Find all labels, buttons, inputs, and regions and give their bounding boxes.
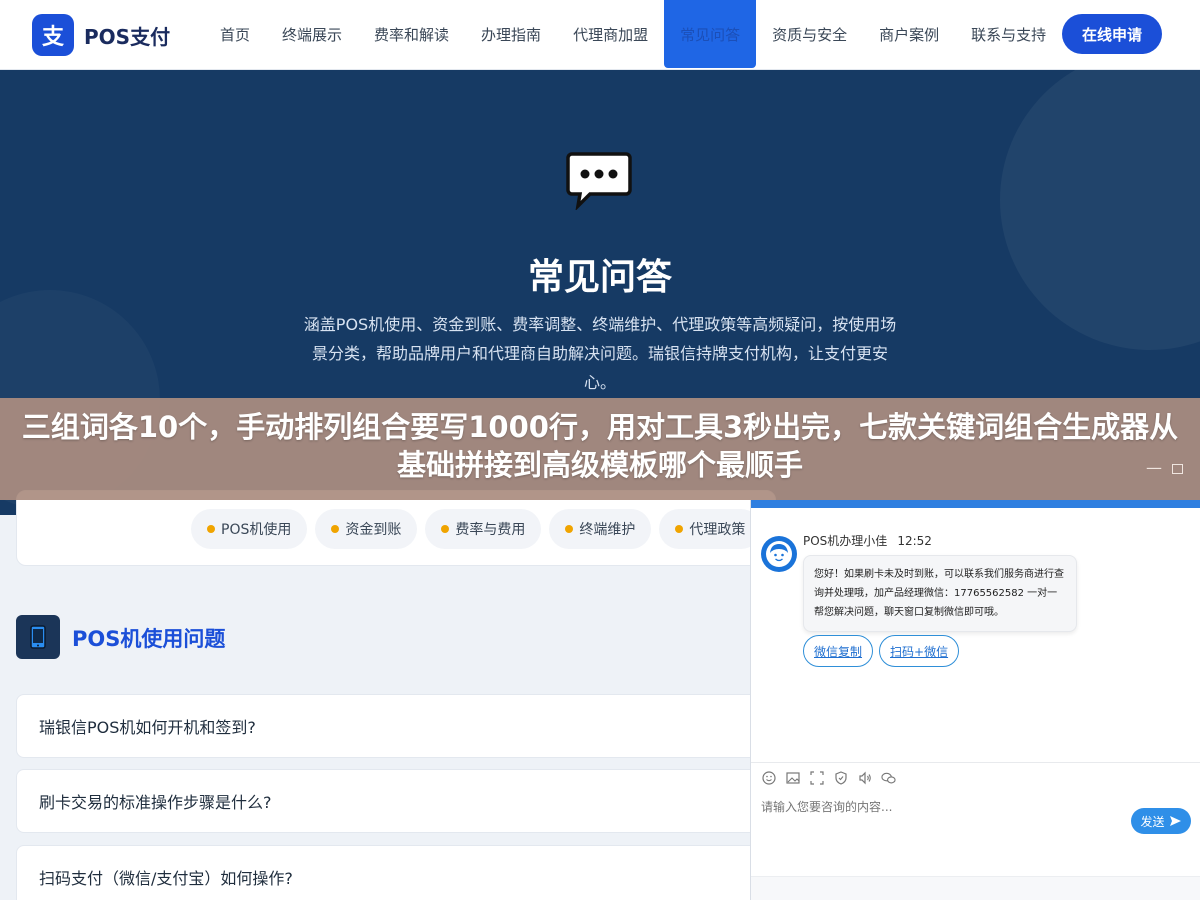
- dot-icon: [565, 525, 574, 533]
- headline-banner-overlay: 三组词各10个，手动排列组合要写1000行，用对工具3秒出完，七款关键词组合生成…: [0, 398, 1200, 500]
- chip-label: 代理政策: [689, 522, 746, 538]
- scan-wechat-button[interactable]: 扫码+微信: [879, 635, 960, 667]
- nav-item-agents[interactable]: 代理商加盟: [557, 0, 664, 68]
- copy-wechat-button[interactable]: 微信复制: [803, 635, 874, 667]
- chat-agent-meta: POS机办理小佳 12:52: [803, 532, 932, 549]
- chip-label: 终端维护: [579, 522, 636, 538]
- chip-label: 资金到账: [345, 522, 402, 538]
- nav-item-guide[interactable]: 办理指南: [465, 0, 557, 68]
- chat-footer: [751, 876, 1200, 900]
- nav-item-rates[interactable]: 费率和解读: [358, 0, 465, 68]
- chat-widget: POS机办理小佳 12:52 您好！如果刷卡未及时到账，可以联系我们服务商进行查询…: [750, 500, 1200, 900]
- category-chip-fees[interactable]: 费率与费用: [425, 509, 542, 549]
- send-icon: [1169, 816, 1181, 826]
- wechat-icon[interactable]: [881, 770, 896, 785]
- screenshot-icon[interactable]: [809, 770, 824, 785]
- image-icon[interactable]: [785, 770, 800, 785]
- send-label: 发送: [1140, 814, 1165, 829]
- logo-text: POS支付: [84, 24, 171, 49]
- nav-item-terminals[interactable]: 终端展示: [266, 0, 358, 68]
- chat-quick-actions: 微信复制 扫码+微信: [803, 635, 960, 667]
- dot-icon: [331, 525, 340, 533]
- chip-label: POS机使用: [221, 522, 292, 538]
- chat-header-bar: [751, 500, 1200, 508]
- chat-divider: [751, 762, 1200, 763]
- chat-toolbar: [761, 770, 896, 785]
- category-filter-card: POS机使用 资金到账 费率与费用 终端维护 代理政策: [16, 490, 776, 566]
- section-title: POS机使用问题: [72, 627, 226, 651]
- dot-icon: [207, 525, 215, 533]
- nav-item-contact[interactable]: 联系与支持: [955, 0, 1062, 68]
- agent-name: POS机办理小佳: [803, 534, 888, 548]
- faq-item[interactable]: 扫码支付（微信/支付宝）如何操作?: [16, 845, 776, 900]
- send-button[interactable]: 发送: [1131, 808, 1191, 834]
- category-chip-pos-usage[interactable]: POS机使用: [191, 509, 308, 549]
- voice-icon[interactable]: [857, 770, 872, 785]
- chip-label: 费率与费用: [455, 522, 526, 538]
- emoji-icon[interactable]: [761, 770, 776, 785]
- page-title: 常见问答: [527, 257, 672, 298]
- logo-mark: 支: [32, 14, 74, 56]
- dot-icon: [675, 525, 684, 533]
- nav-item-home[interactable]: 首页: [204, 0, 266, 68]
- phone-icon: [16, 615, 60, 659]
- hero-description: 涵盖POS机使用、资金到账、费率调整、终端维护、代理政策等高频疑问，按使用场景分…: [303, 315, 897, 392]
- category-chips: POS机使用 资金到账 费率与费用 终端维护 代理政策: [191, 509, 762, 549]
- message-time: 12:52: [897, 534, 932, 548]
- site-logo[interactable]: 支 POS支付: [32, 14, 170, 56]
- hero-decor-circle: [1000, 70, 1200, 350]
- nav-item-faq[interactable]: 常见问答: [664, 0, 757, 68]
- maximize-icon[interactable]: [1172, 464, 1183, 474]
- category-chip-settlement[interactable]: 资金到账: [315, 509, 418, 549]
- banner-headline: 三组词各10个，手动排列组合要写1000行，用对工具3秒出完，七款关键词组合生成…: [21, 410, 1179, 482]
- agent-avatar: [761, 536, 797, 572]
- main-nav: 首页 终端展示 费率和解读 办理指南 代理商加盟 常见问答 资质与安全 商户案例…: [204, 0, 1062, 70]
- nav-item-cases[interactable]: 商户案例: [863, 0, 955, 68]
- chat-message-input[interactable]: [761, 800, 1121, 814]
- chat-bubble-icon: [566, 152, 632, 214]
- minimize-icon[interactable]: —: [1146, 458, 1162, 477]
- faq-item[interactable]: 瑞银信POS机如何开机和签到?: [16, 694, 776, 758]
- category-chip-maintenance[interactable]: 终端维护: [549, 509, 652, 549]
- nav-item-security[interactable]: 资质与安全: [756, 0, 863, 68]
- site-header: 支 POS支付 首页 终端展示 费率和解读 办理指南 代理商加盟 常见问答 资质…: [0, 0, 1200, 70]
- apply-online-button[interactable]: 在线申请: [1062, 14, 1162, 54]
- chat-message: 您好！如果刷卡未及时到账，可以联系我们服务商进行查询并处理哦，加产品经理微信：1…: [803, 555, 1077, 632]
- dot-icon: [441, 525, 450, 533]
- faq-item[interactable]: 刷卡交易的标准操作步骤是什么?: [16, 769, 776, 833]
- category-chip-agent-policy[interactable]: 代理政策: [659, 509, 762, 549]
- rating-icon[interactable]: [833, 770, 848, 785]
